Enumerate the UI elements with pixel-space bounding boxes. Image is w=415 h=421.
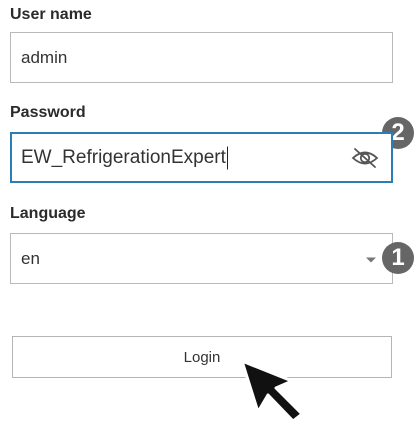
username-value: admin	[21, 47, 68, 67]
language-select[interactable]: en	[10, 233, 393, 284]
chevron-down-icon[interactable]	[366, 257, 376, 262]
eye-slash-icon[interactable]	[350, 146, 380, 170]
step-marker-1: 1	[382, 242, 414, 274]
text-caret	[226, 146, 228, 169]
language-label: Language	[10, 205, 86, 222]
password-label: Password	[10, 104, 86, 121]
language-value: en	[21, 248, 40, 268]
username-input[interactable]: admin	[10, 32, 393, 83]
login-button[interactable]: Login	[12, 336, 392, 378]
mouse-cursor-icon	[238, 357, 310, 421]
password-value: EW_RefrigerationExpert	[21, 146, 228, 169]
password-input[interactable]: EW_RefrigerationExpert	[10, 132, 393, 183]
username-label: User name	[10, 6, 92, 23]
